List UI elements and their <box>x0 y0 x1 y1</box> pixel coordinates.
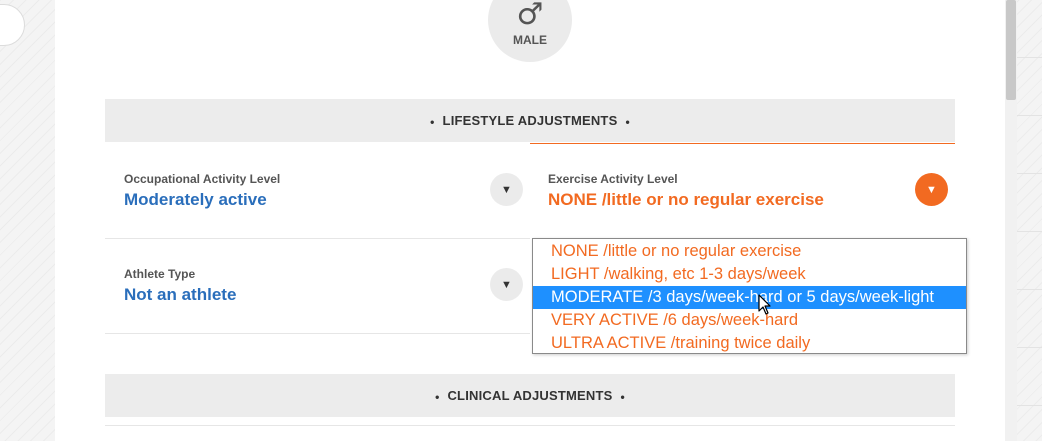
scrollbar-thumb[interactable] <box>1006 0 1016 100</box>
lifestyle-section-header: • LIFESTYLE ADJUSTMENTS • <box>105 99 955 142</box>
exercise-label: Exercise Activity Level <box>548 172 678 186</box>
bullet-icon: • <box>620 389 625 404</box>
bullet-icon: • <box>625 114 630 129</box>
bullet-icon: • <box>430 114 435 129</box>
divider <box>105 333 530 334</box>
dropdown-option[interactable]: LIGHT /walking, etc 1-3 days/week <box>533 263 966 286</box>
occupational-label: Occupational Activity Level <box>124 172 281 186</box>
right-background <box>1017 0 1042 441</box>
chevron-down-icon: ▼ <box>501 183 512 196</box>
dropdown-option-highlighted[interactable]: MODERATE /3 days/week-hard or 5 days/wee… <box>533 286 966 309</box>
dropdown-option[interactable]: VERY ACTIVE /6 days/week-hard <box>533 309 966 332</box>
divider <box>105 425 955 426</box>
exercise-dropdown-button[interactable]: ▼ <box>915 173 948 206</box>
chevron-down-icon: ▼ <box>501 278 512 291</box>
dropdown-option[interactable]: ULTRA ACTIVE /training twice daily <box>533 332 966 355</box>
gender-label: MALE <box>513 33 547 47</box>
athlete-label: Athlete Type <box>124 267 196 281</box>
occupational-dropdown-button[interactable]: ▼ <box>490 173 523 206</box>
side-tab[interactable] <box>0 4 25 46</box>
chevron-down-icon: ▼ <box>926 183 937 196</box>
mouse-cursor-icon <box>758 294 771 315</box>
active-field-underline <box>530 143 955 144</box>
male-icon: ♂ <box>516 0 544 32</box>
bullet-icon: • <box>435 389 440 404</box>
clinical-section-header: • CLINICAL ADJUSTMENTS • <box>105 374 955 417</box>
athlete-dropdown-button[interactable]: ▼ <box>490 268 523 301</box>
exercise-value[interactable]: NONE /little or no regular exercise <box>548 190 824 210</box>
dropdown-option[interactable]: NONE /little or no regular exercise <box>533 240 966 263</box>
occupational-value[interactable]: Moderately active <box>124 190 267 210</box>
section-title: CLINICAL ADJUSTMENTS <box>447 388 613 403</box>
section-title: LIFESTYLE ADJUSTMENTS <box>442 113 618 128</box>
athlete-value[interactable]: Not an athlete <box>124 285 236 305</box>
exercise-dropdown-list[interactable]: NONE /little or no regular exercise LIGH… <box>532 238 967 354</box>
divider <box>105 238 530 239</box>
